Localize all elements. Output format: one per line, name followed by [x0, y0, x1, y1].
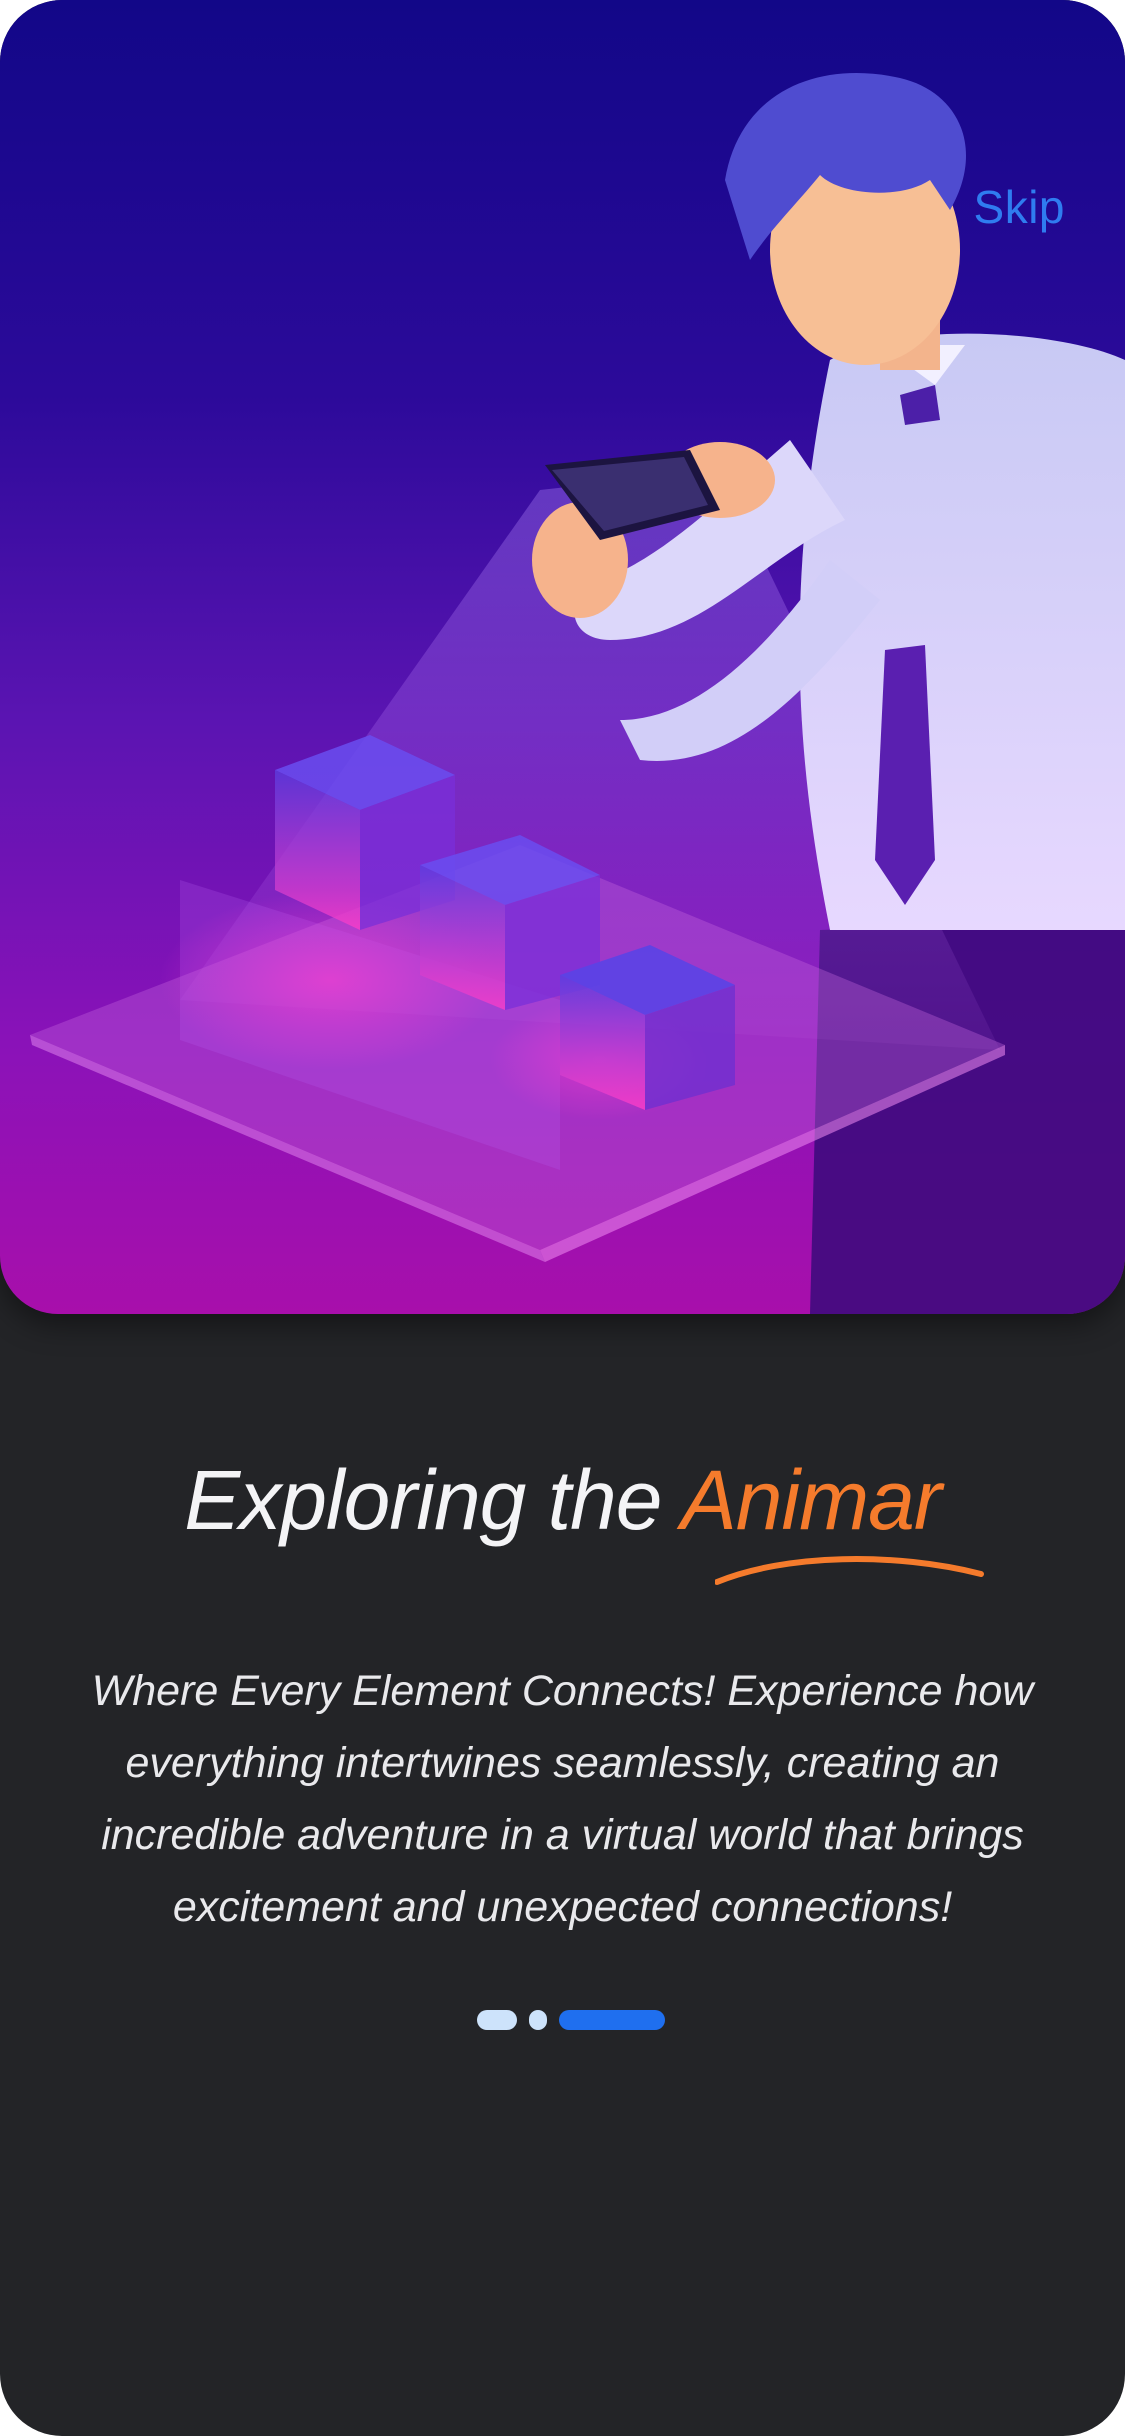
underline-swoosh-icon [715, 1556, 984, 1585]
page-dot-1[interactable] [477, 2010, 517, 2030]
phone-hologram-illustration [30, 73, 1125, 1314]
title-accent: Animar [680, 1453, 942, 1547]
onboarding-screen: Skip Exploring the Animar Where Every El… [0, 0, 1125, 2436]
skip-button[interactable]: Skip [974, 180, 1065, 234]
page-indicator [477, 2010, 665, 2030]
page-dot-2[interactable] [529, 2010, 547, 2030]
onboarding-title: Exploring the Animar [0, 1452, 1125, 1549]
hero-illustration: Skip [0, 0, 1125, 1314]
page-dot-3-active[interactable] [559, 2010, 665, 2030]
onboarding-description: Where Every Element Connects! Experience… [91, 1667, 1034, 1931]
title-main: Exploring the [184, 1453, 662, 1547]
